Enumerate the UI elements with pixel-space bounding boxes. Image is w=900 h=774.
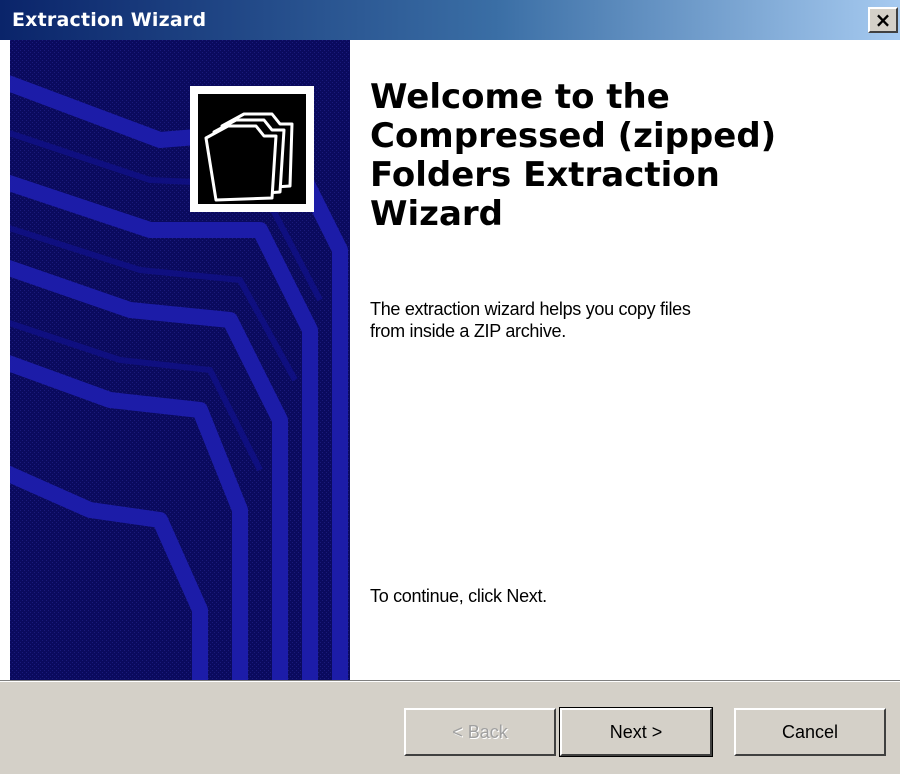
- heading-line-4: Wizard: [370, 194, 503, 234]
- back-button[interactable]: < Back: [404, 708, 556, 756]
- wizard-heading: Welcome to the Compressed (zipped) Folde…: [370, 78, 880, 234]
- continue-instruction: To continue, click Next.: [370, 586, 547, 606]
- description-line-1: The extraction wizard helps you copy fil…: [370, 299, 691, 319]
- title-bar[interactable]: Extraction Wizard ×: [0, 0, 900, 40]
- close-button[interactable]: ×: [868, 7, 898, 33]
- footer-divider-highlight: [0, 681, 900, 682]
- close-icon: ×: [874, 8, 892, 32]
- next-button[interactable]: Next >: [559, 707, 713, 757]
- wizard-side-panel: [10, 40, 350, 680]
- window-title: Extraction Wizard: [12, 9, 207, 31]
- description-line-2: from inside a ZIP archive.: [370, 321, 566, 341]
- heading-line-3: Folders Extraction: [370, 155, 720, 195]
- folder-art-icon: [10, 40, 350, 680]
- heading-line-2: Compressed (zipped): [370, 116, 777, 156]
- heading-line-1: Welcome to the: [370, 77, 670, 117]
- wizard-description: The extraction wizard helps you copy fil…: [370, 298, 870, 342]
- wizard-window: Extraction Wizard × Welcome to the Compr…: [0, 0, 900, 774]
- cancel-button[interactable]: Cancel: [734, 708, 886, 756]
- zip-folder-icon: [190, 86, 314, 212]
